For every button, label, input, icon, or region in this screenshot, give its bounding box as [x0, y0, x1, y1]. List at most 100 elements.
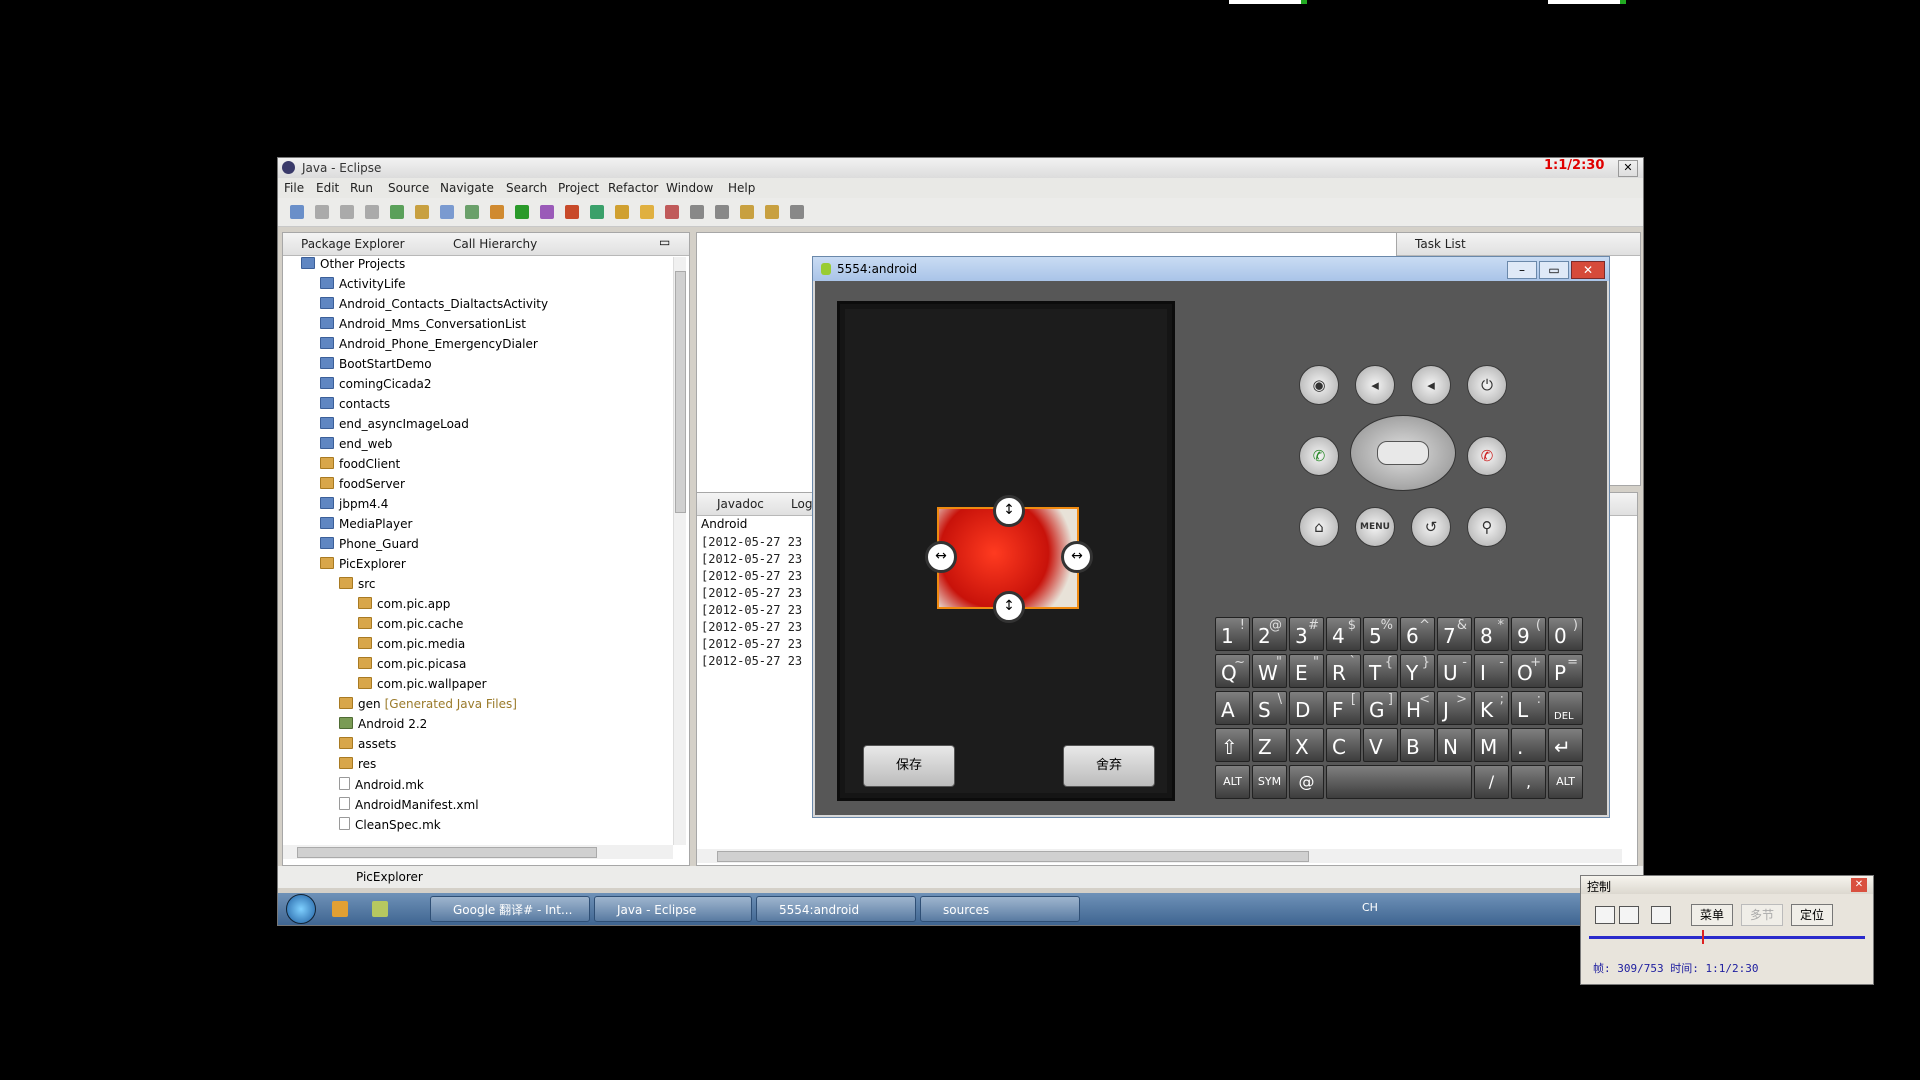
tree-item[interactable]: comingCicada2 — [320, 377, 431, 395]
menu-item-file[interactable]: File — [284, 181, 304, 195]
tray-language[interactable]: CH — [1362, 901, 1378, 914]
quicklaunch-icon-2[interactable] — [372, 901, 388, 917]
tree-item[interactable]: Android_Contacts_DialtactsActivity — [320, 297, 548, 315]
tree-item[interactable]: CleanSpec.mk — [339, 817, 441, 835]
tab-task-list[interactable]: Task List — [1415, 237, 1466, 251]
toolbar-button[interactable] — [365, 205, 379, 219]
key[interactable]: M — [1474, 728, 1509, 762]
key[interactable]: E " — [1289, 654, 1324, 688]
toolbar-button[interactable] — [615, 205, 629, 219]
toolbar-button[interactable] — [490, 205, 504, 219]
tree-item[interactable]: com.pic.cache — [358, 617, 463, 635]
multi-section-button[interactable]: 多节 — [1741, 904, 1783, 926]
key[interactable]: 3 # — [1289, 617, 1324, 651]
toolbar-button[interactable] — [665, 205, 679, 219]
progress-marker[interactable] — [1702, 930, 1705, 944]
toolbar-button[interactable] — [590, 205, 604, 219]
taskbar-button-sources[interactable]: sources — [920, 896, 1080, 922]
key[interactable]: 7 & — [1437, 617, 1472, 651]
menu-item-edit[interactable]: Edit — [316, 181, 339, 195]
dpad-center-button[interactable] — [1377, 441, 1429, 465]
step-back-icon[interactable] — [1595, 906, 1615, 924]
key-sym[interactable]: SYM — [1252, 765, 1287, 799]
key[interactable]: P = — [1548, 654, 1583, 688]
tree-item[interactable]: com.pic.picasa — [358, 657, 466, 675]
toolbar-button[interactable] — [640, 205, 654, 219]
crop-handle-bottom[interactable]: ↕ — [993, 591, 1025, 623]
key-alt-right[interactable]: ALT — [1548, 765, 1583, 799]
close-icon[interactable]: ✕ — [1618, 160, 1638, 177]
tree-item[interactable]: com.pic.media — [358, 637, 465, 655]
key[interactable]: J > — [1437, 691, 1472, 725]
tree-item[interactable]: src — [339, 577, 376, 595]
toolbar-button[interactable] — [440, 205, 454, 219]
camera-button[interactable]: ◉ — [1299, 365, 1339, 405]
maximize-icon[interactable]: ▭ — [1539, 261, 1569, 279]
menu-item-source[interactable]: Source — [388, 181, 429, 195]
tree-item[interactable]: end_asyncImageLoad — [320, 417, 469, 435]
taskbar-button-eclipse[interactable]: Java - Eclipse — [594, 896, 752, 922]
tab-javadoc[interactable]: Javadoc — [717, 497, 764, 511]
tree-item[interactable]: foodClient — [320, 457, 400, 475]
menu-item-window[interactable]: Window — [666, 181, 713, 195]
minimize-icon[interactable]: – — [1507, 261, 1537, 279]
quicklaunch-icon[interactable] — [332, 901, 348, 917]
key[interactable]: 6 ^ — [1400, 617, 1435, 651]
tree-item[interactable]: Phone_Guard — [320, 537, 419, 555]
minimize-icon[interactable]: ▭ — [659, 235, 670, 249]
home-button[interactable]: ⌂ — [1299, 507, 1339, 547]
key[interactable]: 5% — [1363, 617, 1398, 651]
key[interactable]: G] — [1363, 691, 1398, 725]
tree-item[interactable]: com.pic.wallpaper — [358, 677, 487, 695]
key[interactable]: . — [1511, 728, 1546, 762]
toolbar-button[interactable] — [415, 205, 429, 219]
close-icon[interactable]: ✕ — [1851, 878, 1867, 892]
taskbar-button-google[interactable]: Google 翻译# - Int... — [430, 896, 590, 922]
tree-hscrollbar[interactable] — [283, 845, 673, 859]
step-forward-icon[interactable] — [1651, 906, 1671, 924]
key-alt-left[interactable]: ALT — [1215, 765, 1250, 799]
key[interactable]: 4 $ — [1326, 617, 1361, 651]
key-slash[interactable]: / — [1474, 765, 1509, 799]
tree-item[interactable]: com.pic.app — [358, 597, 450, 615]
taskbar-button-emulator[interactable]: 5554:android — [756, 896, 916, 922]
key[interactable]: 8 * — [1474, 617, 1509, 651]
tree-item[interactable]: Android 2.2 — [339, 717, 427, 735]
key[interactable]: U- — [1437, 654, 1472, 688]
crop-handle-top[interactable]: ↕ — [993, 495, 1025, 527]
end-call-button[interactable]: ✆ — [1467, 436, 1507, 476]
menu-item-search[interactable]: Search — [506, 181, 547, 195]
tree-item[interactable]: Android.mk — [339, 777, 424, 795]
locate-button[interactable]: 定位 — [1791, 904, 1833, 926]
toolbar-button[interactable] — [740, 205, 754, 219]
tree-item[interactable]: PicExplorer — [320, 557, 406, 575]
start-orb-icon[interactable] — [286, 894, 316, 924]
tree-scrollbar-thumb[interactable] — [675, 271, 686, 513]
tree-item[interactable]: ActivityLife — [320, 277, 406, 295]
call-button[interactable]: ✆ — [1299, 436, 1339, 476]
power-button[interactable]: ⏻ — [1467, 365, 1507, 405]
key[interactable]: DEL — [1548, 691, 1583, 725]
key-comma[interactable]: , — [1511, 765, 1546, 799]
key[interactable]: V — [1363, 728, 1398, 762]
key[interactable]: Q ~ — [1215, 654, 1250, 688]
key[interactable]: D — [1289, 691, 1324, 725]
toolbar-button[interactable] — [540, 205, 554, 219]
key[interactable]: W " — [1252, 654, 1287, 688]
toolbar-button[interactable] — [290, 205, 304, 219]
key[interactable]: O + — [1511, 654, 1546, 688]
console-hscrollbar[interactable] — [697, 849, 1622, 863]
toolbar-button[interactable] — [515, 205, 529, 219]
tree-item[interactable]: foodServer — [320, 477, 405, 495]
toolbar-button[interactable] — [690, 205, 704, 219]
tree-item[interactable]: AndroidManifest.xml — [339, 797, 479, 815]
toolbar-button[interactable] — [565, 205, 579, 219]
key[interactable]: ↵ — [1548, 728, 1583, 762]
save-button[interactable]: 保存 — [863, 745, 955, 787]
toolbar-button[interactable] — [315, 205, 329, 219]
key[interactable]: L: — [1511, 691, 1546, 725]
key[interactable]: T{ — [1363, 654, 1398, 688]
tree-scrollbar[interactable] — [673, 257, 686, 845]
toolbar-button[interactable] — [390, 205, 404, 219]
key[interactable]: F[ — [1326, 691, 1361, 725]
